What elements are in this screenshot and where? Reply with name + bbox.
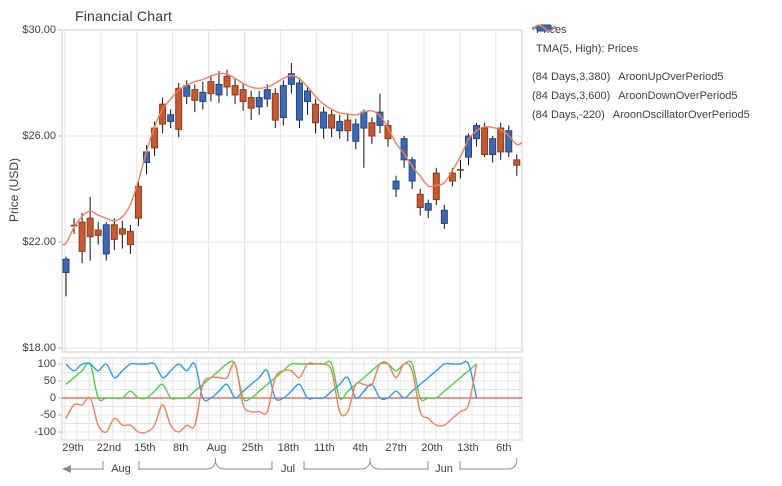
legend-label: TMA(5, High): Prices [536, 43, 638, 55]
candle-body [345, 120, 351, 131]
date-tick-label: 18th [268, 441, 308, 455]
candle-body [248, 98, 254, 109]
legend-item-aroon-up[interactable]: (84 Days,3,380) AroonUpOverPeriod5 [532, 69, 782, 84]
candle-body [425, 204, 431, 211]
date-tick-label: 11th [304, 441, 344, 455]
month-label: Jun [424, 462, 464, 476]
candle-body [95, 230, 101, 235]
date-tick-label: 20th [412, 441, 452, 455]
month-label: Jul [268, 462, 308, 476]
price-tick-label: $22.00 [14, 235, 56, 249]
candle-body [482, 128, 488, 155]
date-tick-label: 4th [340, 441, 380, 455]
legend-value: (84 Days,3,380) [532, 71, 610, 83]
candle-body [79, 222, 85, 251]
date-tick-label: 25th [233, 441, 273, 455]
candle-body [264, 90, 270, 99]
candle-body [305, 91, 311, 102]
left-arrow-icon [62, 465, 71, 473]
candle-body [224, 76, 230, 87]
candle-body [184, 86, 190, 97]
legend-item-aroon-down[interactable]: (84 Days,3,600) AroonDownOverPeriod5 [532, 88, 782, 103]
candle-body [200, 92, 206, 101]
candle-body [192, 90, 198, 101]
osc-tick-label: 100 [14, 357, 56, 371]
candle-body [103, 225, 109, 254]
candle-body [256, 98, 262, 107]
date-tick-label: 29th [53, 441, 93, 455]
price-tick-label: $18.00 [14, 341, 56, 355]
candle-body [176, 88, 182, 129]
month-label: Aug [101, 462, 141, 476]
candle-body [329, 115, 335, 128]
candle-body [441, 210, 447, 223]
candle-body [514, 160, 520, 165]
candle-body [111, 225, 117, 240]
price-tick-label: $26.00 [14, 129, 56, 143]
candle-body [361, 112, 367, 128]
candle-body [490, 139, 496, 155]
legend-label: AroonOscillatorOverPeriod5 [613, 109, 750, 121]
candle-body [240, 90, 246, 102]
legend-item-aroon-oscillator[interactable]: (84 Days,-220) AroonOscillatorOverPeriod… [532, 107, 782, 122]
month-axis-fork [361, 462, 379, 469]
date-tick-label: 13th [448, 441, 488, 455]
candle-body [313, 104, 319, 123]
candle-body [296, 83, 302, 120]
osc-tick-label: -50 [14, 408, 56, 422]
candle-body [272, 94, 278, 121]
osc-tick-label: 0 [14, 391, 56, 405]
candle-body [232, 86, 238, 95]
legend-item-tma[interactable]: TMA(5, High): Prices [532, 41, 782, 56]
candle-body [280, 86, 286, 118]
month-axis-fork [207, 462, 225, 469]
candle-body [321, 112, 327, 128]
legend-label: AroonUpOverPeriod5 [618, 71, 723, 83]
candle-body [353, 124, 359, 141]
tma-line[interactable] [62, 74, 522, 245]
date-tick-label: 6th [484, 441, 524, 455]
candle-body [417, 194, 423, 207]
osc-tick-label: -100 [14, 425, 56, 439]
candle-body [393, 181, 399, 189]
date-tick-label: 8th [161, 441, 201, 455]
candle-body [208, 82, 214, 94]
financial-chart-app: Financial Chart Price (USD) $30.00$26.00… [0, 0, 782, 486]
candle-body [127, 231, 133, 244]
price-tick-label: $30.00 [14, 23, 56, 37]
date-tick-label: 27th [376, 441, 416, 455]
chart-legend: Prices TMA(5, High): Prices (84 Days,3,3… [532, 22, 782, 126]
candle-body [168, 115, 174, 122]
candle-body [63, 259, 69, 272]
date-tick-label: 22nd [89, 441, 129, 455]
month-axis-end-curve [508, 458, 517, 469]
legend-gap [532, 60, 782, 69]
candlestick-series[interactable] [63, 63, 520, 296]
legend-value: (84 Days,3,600) [532, 90, 610, 102]
legend-value: (84 Days,-220) [532, 109, 605, 121]
candle-body [337, 121, 343, 130]
candle-body [135, 186, 141, 218]
legend-label: AroonDownOverPeriod5 [618, 90, 737, 102]
candle-body [216, 84, 222, 95]
legend-item-prices[interactable]: Prices [532, 22, 782, 37]
osc-tick-label: 50 [14, 374, 56, 388]
date-tick-label: Aug [197, 441, 237, 455]
date-tick-label: 15th [125, 441, 165, 455]
candle-body [369, 123, 375, 136]
candle-body [87, 218, 93, 237]
candle-body [119, 229, 125, 234]
